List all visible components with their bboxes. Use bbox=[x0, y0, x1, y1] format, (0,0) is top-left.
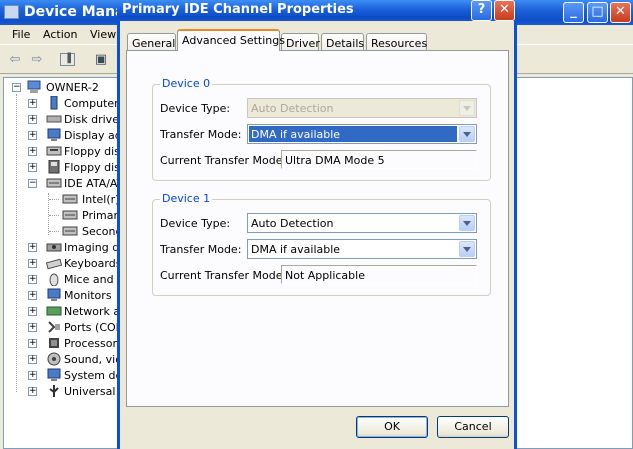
tree-item-label: Processors bbox=[64, 337, 123, 350]
device-1-transfer-mode-select[interactable]: DMA if available bbox=[247, 239, 477, 259]
expand-icon[interactable]: + bbox=[28, 275, 37, 284]
tree-item-label: Keyboards bbox=[64, 257, 122, 270]
dialog-titlebar[interactable]: Primary IDE Channel Properties ? ✕ bbox=[117, 0, 517, 21]
menu-view[interactable]: View bbox=[90, 28, 116, 41]
help-button[interactable]: ? bbox=[471, 0, 492, 21]
show-hide-console-tree-icon[interactable]: ▐ bbox=[60, 53, 75, 66]
tab-panel: Device 0 Device Type: Auto Detection Tra… bbox=[126, 50, 509, 407]
expand-icon[interactable]: + bbox=[28, 291, 37, 300]
monitor-icon bbox=[46, 288, 62, 302]
ok-button[interactable]: OK bbox=[356, 416, 428, 438]
mouse-icon bbox=[46, 272, 62, 287]
expand-icon[interactable]: + bbox=[28, 131, 37, 140]
device-1-transfer-mode-value: DMA if available bbox=[251, 243, 341, 256]
chevron-down-icon[interactable] bbox=[459, 126, 475, 142]
expand-icon[interactable]: + bbox=[28, 339, 37, 348]
computer-icon bbox=[46, 95, 62, 110]
keyboard-icon bbox=[45, 256, 63, 270]
device-0-group: Device 0 Device Type: Auto Detection Tra… bbox=[152, 77, 491, 181]
maximize-button[interactable]: □ bbox=[587, 2, 608, 23]
tree-item-label: IDE ATA/AT bbox=[64, 177, 124, 190]
usb-icon bbox=[46, 384, 62, 398]
tree-item-label: Computer bbox=[64, 97, 119, 110]
tree-root-label: OWNER-2 bbox=[46, 81, 99, 94]
tree-item-label: Monitors bbox=[64, 289, 112, 302]
menu-file[interactable]: File bbox=[12, 28, 30, 41]
device-0-type-select: Auto Detection bbox=[247, 98, 477, 118]
expand-icon[interactable]: + bbox=[28, 115, 37, 124]
device-1-legend: Device 1 bbox=[160, 192, 213, 205]
floppy-icon bbox=[46, 159, 62, 174]
ide-channel-icon bbox=[62, 192, 78, 206]
dialog-body: General Advanced Settings Driver Details… bbox=[120, 21, 514, 449]
computer-icon bbox=[26, 80, 42, 94]
device-0-type-value: Auto Detection bbox=[251, 102, 334, 115]
minimize-button[interactable]: _ bbox=[563, 2, 584, 23]
system-device-icon bbox=[46, 368, 62, 382]
expand-icon[interactable]: + bbox=[28, 371, 37, 380]
chevron-down-icon[interactable] bbox=[459, 241, 475, 257]
device-1-current-mode-label: Current Transfer Mode: bbox=[160, 269, 287, 282]
chevron-down-icon[interactable] bbox=[459, 215, 475, 231]
tree-child-label: Intel(r) bbox=[82, 193, 120, 206]
expand-icon[interactable]: + bbox=[28, 163, 37, 172]
properties-icon[interactable]: ▣ bbox=[92, 52, 110, 68]
device-1-type-label: Device Type: bbox=[160, 217, 231, 230]
device-1-group: Device 1 Device Type: Auto Detection Tra… bbox=[152, 192, 491, 296]
ide-controller-icon bbox=[46, 176, 62, 190]
device-1-transfer-mode-label: Transfer Mode: bbox=[160, 243, 242, 256]
device-1-current-mode-field: Not Applicable bbox=[281, 265, 477, 284]
dialog-close-button[interactable]: ✕ bbox=[494, 0, 515, 21]
device-1-type-value: Auto Detection bbox=[251, 217, 334, 230]
close-icon[interactable]: ✕ bbox=[610, 2, 631, 23]
tree-item-label: Ports (COM bbox=[64, 321, 126, 334]
device-0-transfer-mode-value: DMA if available bbox=[249, 126, 457, 142]
dialog-title: Primary IDE Channel Properties bbox=[122, 2, 354, 17]
imaging-device-icon bbox=[46, 240, 62, 254]
device-manager-icon bbox=[4, 5, 19, 19]
expand-icon[interactable]: + bbox=[28, 259, 37, 268]
disk-drive-icon bbox=[46, 112, 62, 126]
device-0-current-mode-field: Ultra DMA Mode 5 bbox=[281, 150, 477, 169]
properties-dialog: Primary IDE Channel Properties ? ✕ Gener… bbox=[117, 0, 517, 449]
expand-icon[interactable]: + bbox=[28, 243, 37, 252]
tab-advanced-settings[interactable]: Advanced Settings bbox=[177, 29, 285, 51]
menu-action[interactable]: Action bbox=[43, 28, 77, 41]
tree-item-label: Disk drives bbox=[64, 113, 125, 126]
expand-icon[interactable]: + bbox=[28, 387, 37, 396]
ide-channel-icon bbox=[62, 224, 78, 238]
device-1-type-select[interactable]: Auto Detection bbox=[247, 213, 477, 233]
sound-icon bbox=[46, 352, 62, 366]
device-1-current-mode-value: Not Applicable bbox=[285, 269, 365, 282]
device-0-current-mode-value: Ultra DMA Mode 5 bbox=[285, 154, 385, 167]
expand-icon[interactable]: + bbox=[28, 355, 37, 364]
ide-channel-icon bbox=[62, 208, 78, 222]
collapse-icon[interactable]: − bbox=[12, 83, 21, 92]
device-0-current-mode-label: Current Transfer Mode: bbox=[160, 154, 287, 167]
display-adapter-icon bbox=[46, 128, 62, 142]
expand-icon[interactable]: + bbox=[28, 147, 37, 156]
device-0-transfer-mode-label: Transfer Mode: bbox=[160, 128, 242, 141]
expand-icon[interactable]: + bbox=[28, 323, 37, 332]
floppy-icon bbox=[46, 144, 62, 158]
expand-icon[interactable]: + bbox=[28, 307, 37, 316]
network-adapter-icon bbox=[46, 304, 62, 318]
forward-arrow-icon[interactable]: ⇨ bbox=[28, 52, 46, 68]
collapse-icon[interactable]: − bbox=[28, 179, 37, 188]
device-0-legend: Device 0 bbox=[160, 77, 213, 90]
back-arrow-icon[interactable]: ⇦ bbox=[6, 52, 24, 68]
expand-icon[interactable]: + bbox=[28, 99, 37, 108]
chevron-down-icon bbox=[459, 100, 475, 116]
processor-icon bbox=[46, 336, 62, 350]
device-0-transfer-mode-select[interactable]: DMA if available bbox=[247, 124, 477, 144]
port-icon bbox=[46, 320, 62, 334]
cancel-button[interactable]: Cancel bbox=[437, 416, 509, 438]
device-0-type-label: Device Type: bbox=[160, 102, 231, 115]
